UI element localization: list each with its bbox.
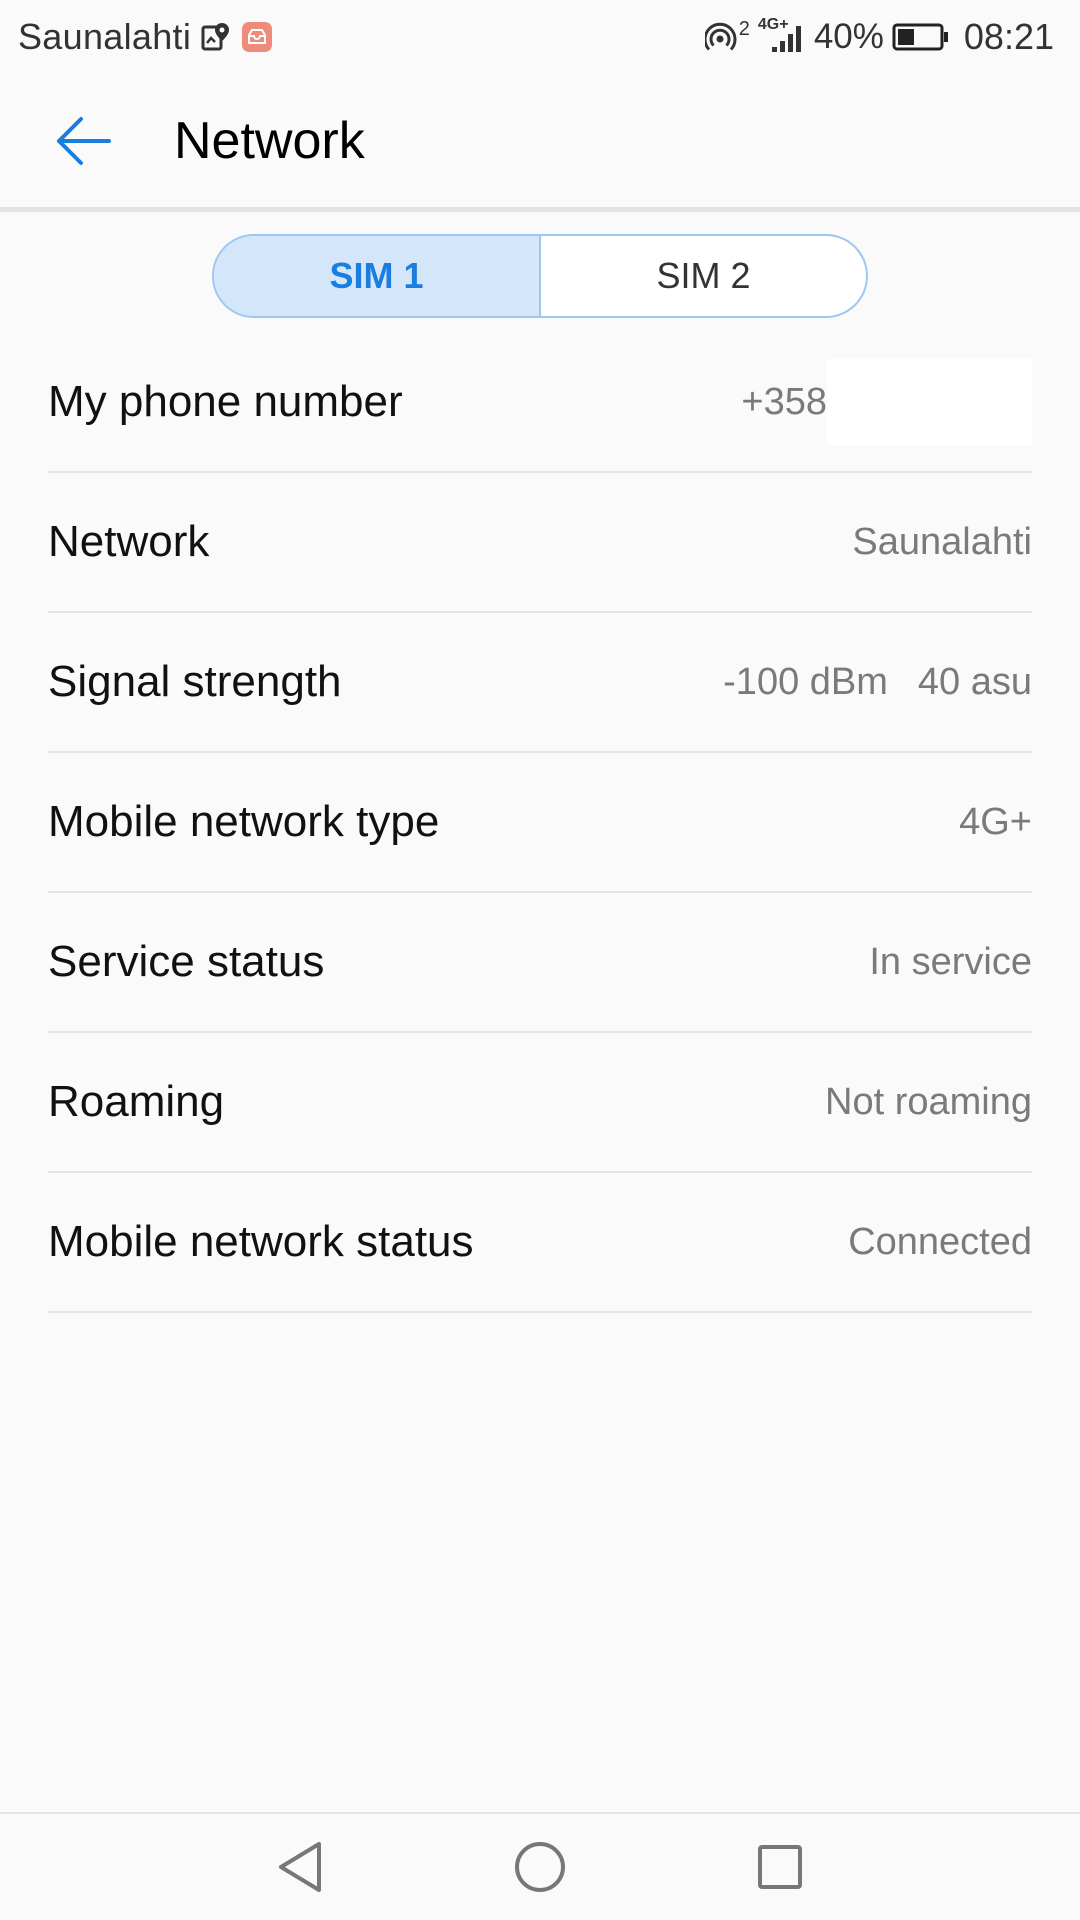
triangle-back-icon — [279, 1842, 321, 1892]
hotspot-count: 2 — [738, 17, 750, 40]
network-label: Network — [48, 517, 210, 566]
redacted-area — [827, 359, 1032, 445]
map-pin-icon — [201, 21, 231, 53]
navigation-bar — [0, 1812, 1080, 1920]
signal-strength-label: Signal strength — [48, 657, 342, 706]
app-bar: Network — [0, 74, 1080, 212]
phone-number-label: My phone number — [48, 377, 403, 426]
tab-sim-2[interactable]: SIM 2 — [539, 236, 866, 316]
mobile-network-status-row: Mobile network status Connected — [48, 1173, 1032, 1313]
status-bar-left: Saunalahti — [18, 16, 273, 58]
phone-number-value: +358 — [741, 380, 827, 423]
clock: 08:21 — [963, 16, 1054, 57]
signal-icon: 4G+ — [758, 16, 806, 54]
signal-strength-value: -100 dBm 40 asu — [723, 661, 1032, 704]
phone-number-value-wrap: +358 — [741, 359, 1032, 445]
roaming-value: Not roaming — [825, 1080, 1032, 1123]
status-bar-right: 2 4G+ 40% 08:21 — [704, 16, 1054, 58]
nav-recents-button[interactable] — [750, 1837, 810, 1897]
page-title: Network — [174, 111, 365, 170]
mobile-network-type-value: 4G+ — [959, 800, 1032, 843]
signal-asu: 40 asu — [917, 660, 1032, 703]
network-info-list: My phone number +358 Network Saunalahti … — [48, 333, 1032, 1313]
circle-home-icon — [515, 1842, 565, 1892]
tab-sim-1[interactable]: SIM 1 — [214, 236, 539, 316]
nav-home-button[interactable] — [510, 1837, 570, 1897]
roaming-row: Roaming Not roaming — [48, 1033, 1032, 1173]
signal-strength-row: Signal strength -100 dBm 40 asu — [48, 613, 1032, 753]
square-recents-icon — [758, 1845, 802, 1889]
phone-number-row: My phone number +358 — [48, 333, 1032, 473]
mail-app-icon — [241, 21, 273, 53]
mobile-network-type-row: Mobile network type 4G+ — [48, 753, 1032, 893]
nav-back-button[interactable] — [270, 1837, 330, 1897]
battery-icon — [892, 22, 950, 52]
service-status-row: Service status In service — [48, 893, 1032, 1033]
carrier-name: Saunalahti — [18, 16, 192, 57]
battery-percent: 40% — [813, 17, 884, 56]
status-bar: Saunalahti 2 4G+ 40% 08:21 — [0, 0, 1080, 74]
service-status-label: Service status — [48, 937, 325, 986]
network-row: Network Saunalahti — [48, 473, 1032, 613]
service-status-value: In service — [869, 940, 1032, 983]
mobile-network-type-label: Mobile network type — [48, 797, 440, 846]
mobile-network-status-label: Mobile network status — [48, 1217, 474, 1266]
sim-selector: SIM 1 SIM 2 — [212, 234, 868, 318]
mobile-network-status-value: Connected — [848, 1220, 1032, 1263]
roaming-label: Roaming — [48, 1077, 225, 1126]
back-button[interactable] — [28, 86, 138, 196]
network-value: Saunalahti — [852, 520, 1032, 563]
network-type-label: 4G+ — [757, 16, 789, 33]
signal-dbm: -100 dBm — [723, 660, 888, 703]
arrow-left-icon — [57, 116, 111, 165]
hotspot-icon: 2 — [704, 17, 750, 54]
